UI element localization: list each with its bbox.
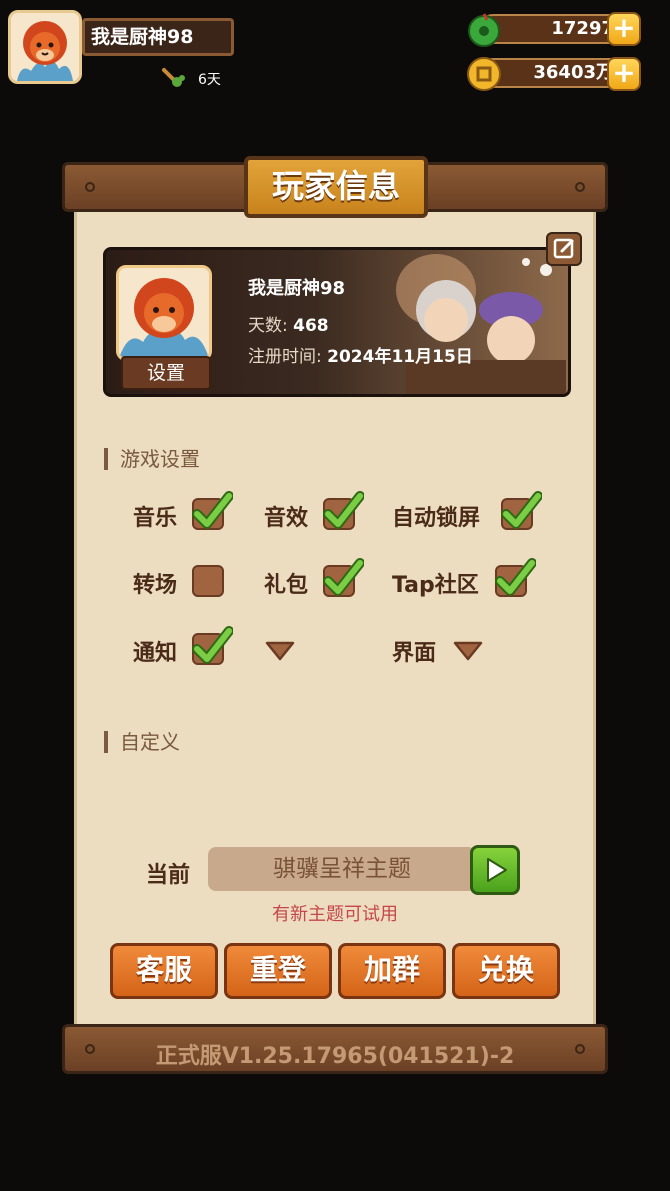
join-group-button[interactable]: 加群 <box>338 943 446 999</box>
music-checkbox[interactable] <box>192 491 233 530</box>
checkmark-icon <box>323 558 364 596</box>
jade-icon <box>466 12 502 48</box>
checkmark-icon <box>323 491 364 529</box>
player-avatar[interactable] <box>8 10 82 84</box>
player-name: 我是厨神98 <box>82 18 234 56</box>
option-giftpack-label: 礼包 <box>264 573 309 598</box>
option-sfx-label: 音效 <box>264 506 309 531</box>
new-theme-hint: 有新主题可试用 <box>272 904 398 925</box>
redeem-button[interactable]: 兑换 <box>452 943 560 999</box>
preview-theme-button[interactable] <box>470 845 520 895</box>
profile-days: 天数: 468 <box>248 311 329 336</box>
option-music-label: 音乐 <box>133 506 178 531</box>
days-label: 天数: <box>248 316 288 336</box>
customer-service-button[interactable]: 客服 <box>110 943 218 999</box>
play-icon <box>487 858 507 882</box>
option-autolock-label: 自动锁屏 <box>392 506 481 531</box>
current-theme-label: 当前 <box>146 863 191 888</box>
avatar-settings-button[interactable]: 设置 <box>121 356 211 390</box>
option-notify-label: 通知 <box>133 641 178 666</box>
profile-registration: 注册时间: 2024年11月15日 <box>248 342 473 367</box>
option-transition-label: 转场 <box>133 573 178 598</box>
edit-icon <box>553 238 574 259</box>
checkmark-icon <box>192 491 233 529</box>
dropdown-arrow-icon[interactable] <box>264 640 296 662</box>
lion-avatar-icon <box>119 268 209 358</box>
lion-avatar-icon <box>11 13 79 81</box>
interface-dropdown-icon[interactable] <box>452 640 484 662</box>
sfx-checkbox[interactable] <box>323 491 364 530</box>
edit-profile-button[interactable] <box>546 232 582 266</box>
option-interface-label: 界面 <box>392 641 437 666</box>
autolock-checkbox[interactable] <box>501 491 542 530</box>
giftpack-checkbox[interactable] <box>323 558 364 597</box>
registration-label: 注册时间: <box>248 347 322 367</box>
notify-checkbox[interactable] <box>192 626 233 665</box>
theme-selector[interactable]: 骐骥呈祥主题 <box>208 847 476 891</box>
panel-title: 玩家信息 <box>244 156 428 218</box>
days-value: 468 <box>293 316 329 336</box>
checkmark-icon <box>501 491 542 529</box>
coin-icon <box>466 56 502 92</box>
login-days: 6天 <box>198 72 221 88</box>
game-settings-title: 游戏设置 <box>104 448 200 470</box>
option-tap-community-label: Tap社区 <box>392 573 479 598</box>
relogin-button[interactable]: 重登 <box>224 943 332 999</box>
transition-checkbox[interactable] <box>192 565 224 597</box>
registration-date: 2024年11月15日 <box>327 347 473 367</box>
checkmark-icon <box>192 626 233 664</box>
watering-can-icon <box>160 66 186 88</box>
checkmark-icon <box>495 558 536 596</box>
add-jade-button[interactable]: + <box>607 12 641 46</box>
custom-title: 自定义 <box>104 731 180 753</box>
tap-community-checkbox[interactable] <box>495 558 536 597</box>
add-gold-button[interactable]: + <box>607 57 641 91</box>
version-label: 正式服V1.25.17965(041521)-2 <box>155 1044 515 1069</box>
profile-avatar[interactable] <box>116 265 212 361</box>
profile-name: 我是厨神98 <box>248 278 346 299</box>
